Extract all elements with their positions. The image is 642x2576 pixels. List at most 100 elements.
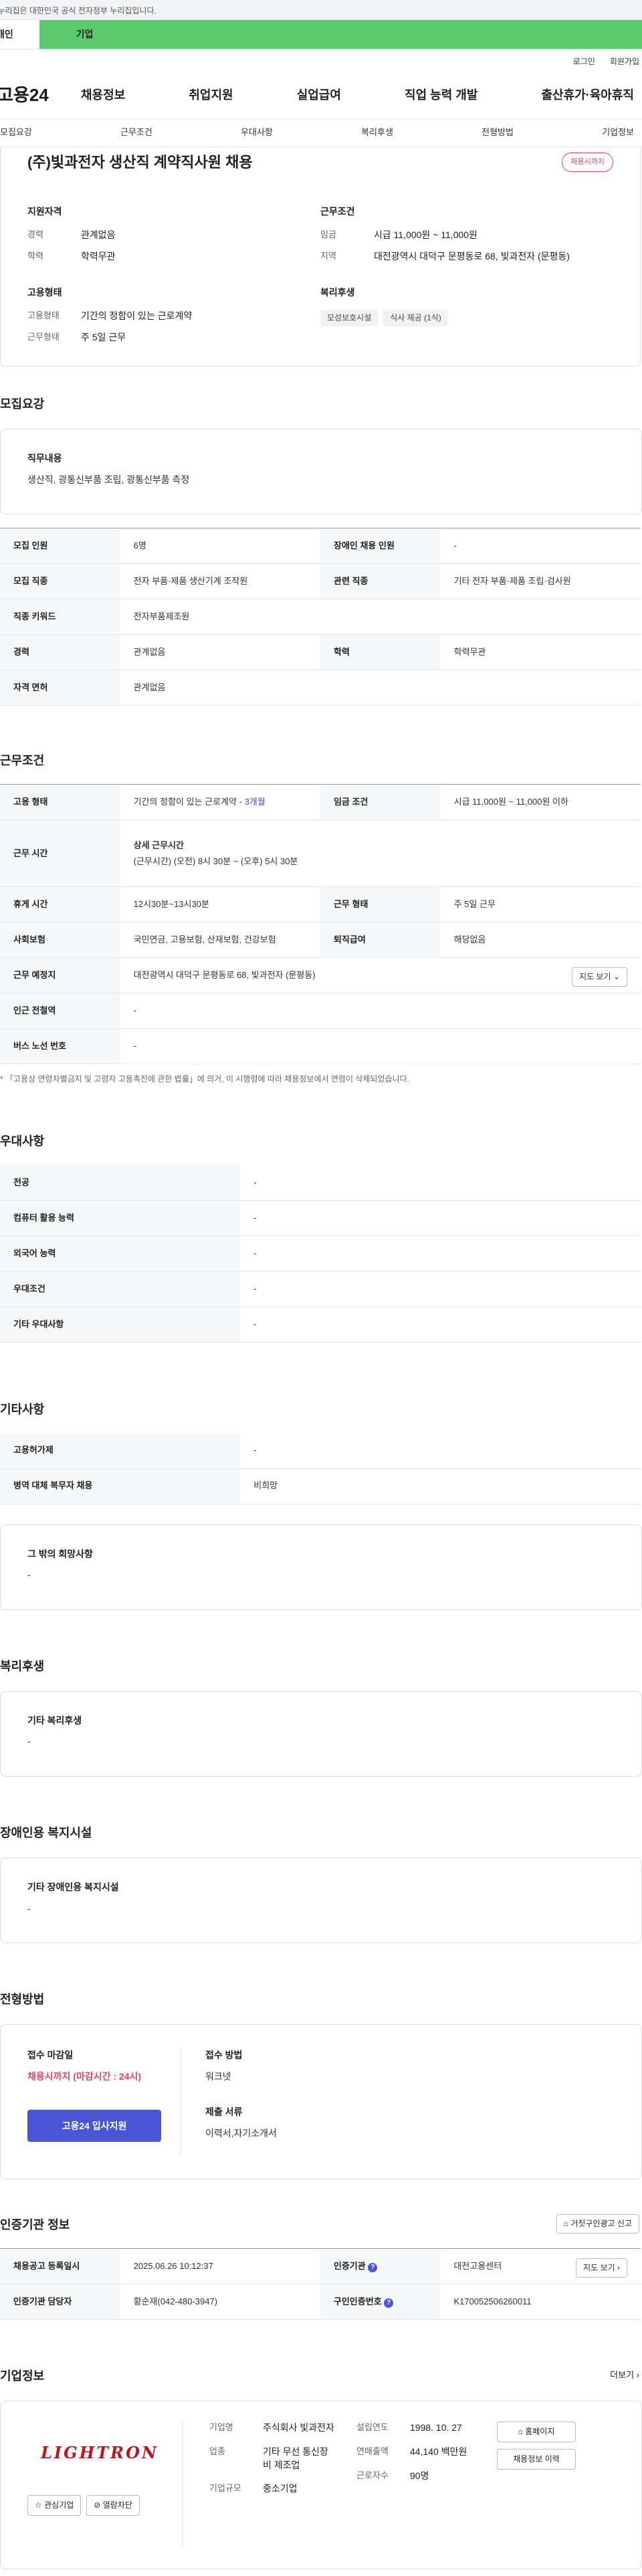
table-row: 컴퓨터 활용 능력 - xyxy=(0,1200,641,1236)
benefit-section: 복리후생 기타 복리후생 - xyxy=(0,1658,642,1777)
cell-label: 관련 직종 xyxy=(320,563,441,600)
section-nav-welfare[interactable]: 복리후생 xyxy=(361,126,393,138)
site-logo[interactable]: 고용24 xyxy=(0,83,81,107)
interest-company-button[interactable]: ☆ 관심기업 xyxy=(27,2495,82,2516)
career-label: 경력 xyxy=(27,229,43,240)
staff-label: 근로자수 xyxy=(356,2470,389,2480)
table-row: 사회보험 국민연금, 고용보험, 산재보험, 건강보험 퇴직급여 해당없음 xyxy=(0,922,641,959)
other-wishes-title: 그 밖의 희망사항 xyxy=(27,1548,93,1559)
gnb-item-training[interactable]: 직업 능력 개발 xyxy=(405,87,477,104)
cell-label: 우대조건 xyxy=(0,1271,241,1307)
condition-title: 근무조건 xyxy=(320,205,355,217)
report-fake-ad-label: 거짓구인광고 신고 xyxy=(570,2219,632,2229)
tab-enterprise[interactable]: 기업 xyxy=(39,20,130,49)
cell-value: - xyxy=(440,528,641,565)
tab-personal[interactable]: 개인 xyxy=(0,20,39,49)
utility-links: 로그인 회원가입 xyxy=(0,49,642,72)
table-row: 직종 키워드 전자부품제조원 xyxy=(0,599,641,635)
recruit-section: 모집요강 직무내용 생산직, 광통신부품 조립, 광통신부품 측정 모집 인원 6… xyxy=(0,396,642,706)
report-fake-ad-button[interactable]: ⌂ 거짓구인광고 신고 xyxy=(556,2214,639,2234)
work-hours-detail: (근무시간) (오전) 8시 30분 ~ (오후) 5시 30분 xyxy=(133,856,298,866)
gov-banner: 이 누리집은 대한민국 공식 전자정부 누리집입니다. xyxy=(0,0,642,20)
cell-value: 전자 부품·제품 생산기계 조작원 xyxy=(120,563,320,600)
employment-type-value: 기간의 정함이 있는 근로계약 xyxy=(81,310,193,322)
deadline-value: 채용시까지 (마감시간 : 24시) xyxy=(27,2070,142,2082)
cell-label: 휴게 시간 xyxy=(0,886,120,923)
gnb-item-benefit[interactable]: 실업급여 xyxy=(297,87,341,104)
cell-value: 주 5일 근무 xyxy=(440,886,641,923)
cell-value: 시급 11,000원 ~ 11,000원 이하 xyxy=(440,784,641,821)
cell-value: - xyxy=(120,1028,641,1065)
company-more-label: 더보기 xyxy=(610,2370,635,2381)
work-table: 고용 형태 기간의 정함이 있는 근로계약 - 3개월 임금 조건 시급 11,0… xyxy=(0,784,641,1065)
cell-label: 기타 우대사항 xyxy=(0,1306,241,1343)
cell-value: - xyxy=(240,1271,641,1307)
cell-value: 12시30분~13시30분 xyxy=(120,886,320,923)
gnb-menu: 채용정보 취업지원 실업급여 직업 능력 개발 출산휴가·육아휴직 xyxy=(81,87,642,104)
disabled-section: 장애인용 복지시설 기타 장애인용 복지시설 - xyxy=(0,1825,642,1943)
login-link[interactable]: 로그인 xyxy=(573,56,595,72)
block-view-button[interactable]: ⊘ 열람차단 xyxy=(86,2495,140,2516)
company-links: ⌂ 홈페이지 채용정보 이력 xyxy=(497,2421,576,2549)
gnb-item-jobs[interactable]: 채용정보 xyxy=(81,87,125,104)
company-more-link[interactable]: 더보기 › xyxy=(610,2369,639,2381)
founded-value: 1998. 10. 27 xyxy=(410,2422,462,2434)
gnb-item-support[interactable]: 취업지원 xyxy=(189,87,233,104)
agency-map-button[interactable]: 지도 보기 › xyxy=(576,2258,627,2278)
job-history-button[interactable]: 채용정보 이력 xyxy=(497,2449,576,2470)
section-nav-selection[interactable]: 전형방법 xyxy=(481,126,514,138)
cell-value: 비희망 xyxy=(240,1468,641,1504)
section-nav-pref[interactable]: 우대사항 xyxy=(241,126,273,138)
table-row: 고용 형태 기간의 정함이 있는 근로계약 - 3개월 임금 조건 시급 11,0… xyxy=(0,784,641,821)
global-nav: 고용24 채용정보 취업지원 실업급여 직업 능력 개발 출산휴가·육아휴직 xyxy=(0,72,642,119)
cell-label: 병역 대체 복무자 채용 xyxy=(0,1468,241,1504)
welfare-tag: 모성보호시설 xyxy=(320,310,379,326)
cert-table: 채용공고 등록일시 2025.06.26 10:12:37 인증기관 ? 대전고용… xyxy=(0,2248,641,2320)
summary-grid-1: 지원자격 경력 관계없음 학력 학력무관 근무조건 임금 시급 11,000원 ~ 1… xyxy=(27,205,613,272)
wage-label: 임금 xyxy=(320,229,336,240)
company-logo: LIGHTRON xyxy=(41,2443,158,2463)
job-summary-card: (주)빛과전자 생산직 계약직사원 채용 채용시까지 지원자격 경력 관계없음 학… xyxy=(0,147,641,367)
star-icon: ☆ xyxy=(35,2500,42,2510)
welfare-tag: 식사 제공 (1식) xyxy=(383,310,448,326)
employment-title: 고용형태 xyxy=(27,286,62,298)
cell-label: 고용허가제 xyxy=(0,1433,241,1469)
table-row: 외국어 능력 - xyxy=(0,1235,641,1272)
cell-label: 근무 시간 xyxy=(0,819,120,888)
contract-period: 3개월 xyxy=(244,797,265,807)
employment-type-text: 기간의 정함이 있는 근로계약 - xyxy=(133,797,245,807)
table-row: 경력 관계없음 학력 학력무관 xyxy=(0,634,641,671)
recruit-title: 모집요강 xyxy=(0,397,45,411)
employment-block: 고용형태 고용형태 기간의 정함이 있는 근로계약 근무형태 주 5일 근무 xyxy=(27,286,320,353)
section-nav-recruit[interactable]: 모집요강 xyxy=(0,126,32,138)
etc-table: 고용허가제 - 병역 대체 복무자 채용 비희망 xyxy=(0,1433,641,1504)
sales-label: 연매출액 xyxy=(356,2446,389,2457)
agency-map-label: 지도 보기 xyxy=(583,2263,615,2273)
section-nav-work[interactable]: 근무조건 xyxy=(120,126,152,138)
table-row: 고용허가제 - xyxy=(0,1433,641,1469)
cert-title: 인증기관 정보 xyxy=(0,2218,70,2232)
cell-value: 대전고용센터 지도 보기 › xyxy=(440,2248,641,2285)
info-icon[interactable]: ? xyxy=(384,2298,394,2308)
cell-value: 국민연금, 고용보험, 산재보험, 건강보험 xyxy=(120,922,320,959)
table-row: 기타 우대사항 - xyxy=(0,1306,641,1343)
homepage-button[interactable]: ⌂ 홈페이지 xyxy=(497,2421,576,2443)
cell-value: 상세 근무시간 (근무시간) (오전) 8시 30분 ~ (오후) 5시 30분 xyxy=(120,819,641,888)
cell-label: 장애인 채용 인원 xyxy=(320,528,441,565)
duty-value: 생산직, 광통신부품 조립, 광통신부품 측정 xyxy=(27,474,190,485)
cell-label: 학력 xyxy=(320,634,441,671)
cell-label: 사회보험 xyxy=(0,922,120,959)
work-days-value: 주 5일 근무 xyxy=(81,331,126,342)
education-label: 학력 xyxy=(27,250,43,261)
sales-value: 44,140 백만원 xyxy=(410,2446,467,2458)
map-view-button[interactable]: 지도 보기 ⌄ xyxy=(572,967,627,987)
gnb-item-leave[interactable]: 출산휴가·육아휴직 xyxy=(542,87,634,104)
info-icon[interactable]: ? xyxy=(368,2263,378,2273)
section-nav-company[interactable]: 기업정보 xyxy=(602,126,634,138)
table-row: 전공 - xyxy=(0,1165,641,1201)
apply-button[interactable]: 고용24 입사지원 xyxy=(27,2110,161,2143)
cell-value: - xyxy=(240,1200,641,1236)
cell-label: 구인인증번호 ? xyxy=(320,2284,441,2320)
join-link[interactable]: 회원가입 xyxy=(610,56,639,72)
map-view-label: 지도 보기 xyxy=(579,972,611,982)
